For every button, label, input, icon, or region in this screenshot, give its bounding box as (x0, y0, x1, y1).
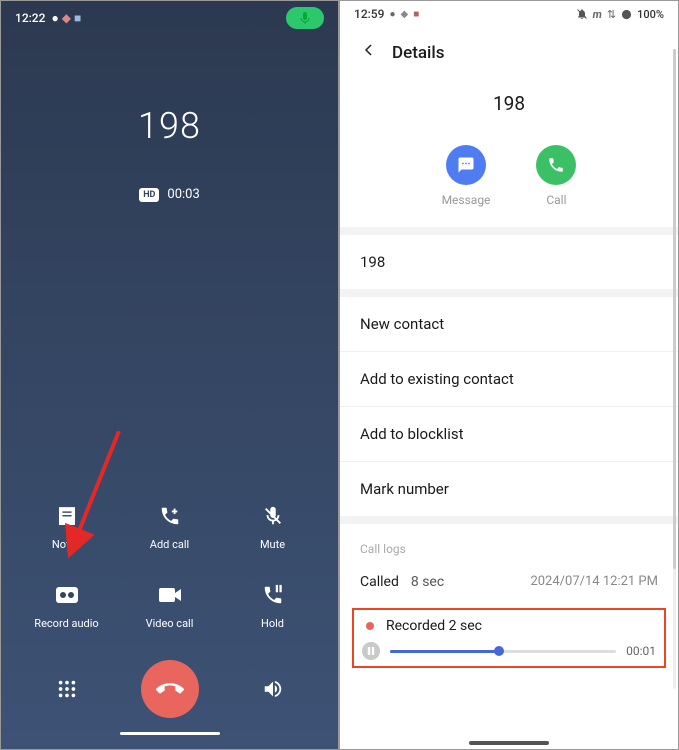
pause-button[interactable] (362, 642, 380, 660)
home-indicator[interactable] (469, 741, 549, 745)
app-icon: ◆ (62, 11, 71, 25)
call-date: 2024/07/14 12:21 PM (530, 574, 658, 590)
app-icon: ◆ (401, 9, 409, 20)
call-logs-label: Call logs (340, 516, 678, 564)
signal-icon: m (593, 8, 602, 21)
record-audio-button[interactable]: Record audio (15, 581, 118, 630)
status-bar: 12:22 ● ◆ ■ (1, 1, 338, 35)
new-contact-option[interactable]: New contact (340, 289, 678, 351)
scrollbar[interactable] (673, 49, 676, 689)
speaker-button[interactable] (221, 678, 324, 700)
playback-slider[interactable] (390, 650, 616, 653)
notes-icon (53, 502, 81, 530)
status-time: 12:22 (15, 11, 45, 25)
recording-player: Recorded 2 sec 00:01 (352, 608, 666, 668)
data-icon: ⇅ (607, 8, 616, 21)
battery-percent: 100% (637, 8, 664, 21)
hold-button[interactable]: Hold (221, 581, 324, 630)
notes-label: Notes (52, 538, 81, 551)
video-call-label: Video call (146, 617, 194, 630)
mic-active-indicator[interactable] (286, 7, 324, 29)
mute-button[interactable]: Mute (221, 502, 324, 551)
message-icon (446, 145, 486, 185)
add-call-button[interactable]: Add call (118, 502, 221, 551)
dialpad-button[interactable] (15, 678, 118, 700)
status-time: 12:59 (354, 7, 384, 21)
app-icon-2: ■ (413, 9, 419, 20)
notification-icon: ● (389, 9, 395, 20)
record-audio-icon (53, 581, 81, 609)
message-button[interactable]: Message (442, 145, 491, 207)
details-screen: 12:59 ● ◆ ■ m ⇅ 100% Details 198 Message (339, 0, 679, 750)
call-icon (536, 145, 576, 185)
details-title: Details (392, 43, 444, 63)
home-indicator[interactable] (120, 732, 220, 735)
slider-thumb[interactable] (494, 646, 504, 656)
video-call-icon (156, 581, 184, 609)
notification-icon: ● (51, 11, 58, 25)
mark-number-option[interactable]: Mark number (340, 461, 678, 516)
call-actions-grid: Notes Add call Mute Record (15, 502, 324, 630)
mute-label: Mute (260, 538, 285, 551)
add-call-icon (156, 502, 184, 530)
recording-indicator-icon (366, 622, 374, 630)
hold-label: Hold (261, 617, 284, 630)
video-call-button[interactable]: Video call (118, 581, 221, 630)
notes-button[interactable]: Notes (15, 502, 118, 551)
record-audio-label: Record audio (34, 617, 98, 630)
add-call-label: Add call (150, 538, 189, 551)
message-label: Message (442, 193, 491, 207)
add-to-blocklist-option[interactable]: Add to blocklist (340, 406, 678, 461)
call-duration: 8 sec (411, 574, 444, 590)
hold-icon (259, 581, 287, 609)
active-call-screen: 12:22 ● ◆ ■ 198 HD 00:03 (0, 0, 339, 750)
call-info: 198 HD 00:03 (1, 35, 338, 202)
battery-icon (621, 9, 632, 20)
call-type: Called (360, 574, 399, 590)
call-log-entry[interactable]: Called 8 sec 2024/07/14 12:21 PM (340, 564, 678, 600)
hd-badge: HD (139, 188, 159, 202)
contact-number: 198 (340, 78, 678, 145)
number-section[interactable]: 198 (340, 227, 678, 289)
call-button[interactable]: Call (536, 145, 576, 207)
caller-number: 198 (1, 105, 338, 147)
mute-icon (259, 502, 287, 530)
call-label: Call (546, 193, 566, 207)
add-existing-contact-option[interactable]: Add to existing contact (340, 351, 678, 406)
status-bar: 12:59 ● ◆ ■ m ⇅ 100% (340, 1, 678, 27)
contact-actions: Message Call (340, 145, 678, 227)
details-header: Details (340, 27, 678, 78)
recording-label: Recorded 2 sec (386, 618, 482, 634)
dnd-icon (576, 8, 588, 20)
back-button[interactable] (360, 41, 378, 64)
playback-time: 00:01 (626, 644, 656, 658)
end-call-button[interactable] (141, 660, 199, 718)
call-duration: 00:03 (167, 187, 199, 202)
app-icon-2: ■ (74, 11, 81, 25)
